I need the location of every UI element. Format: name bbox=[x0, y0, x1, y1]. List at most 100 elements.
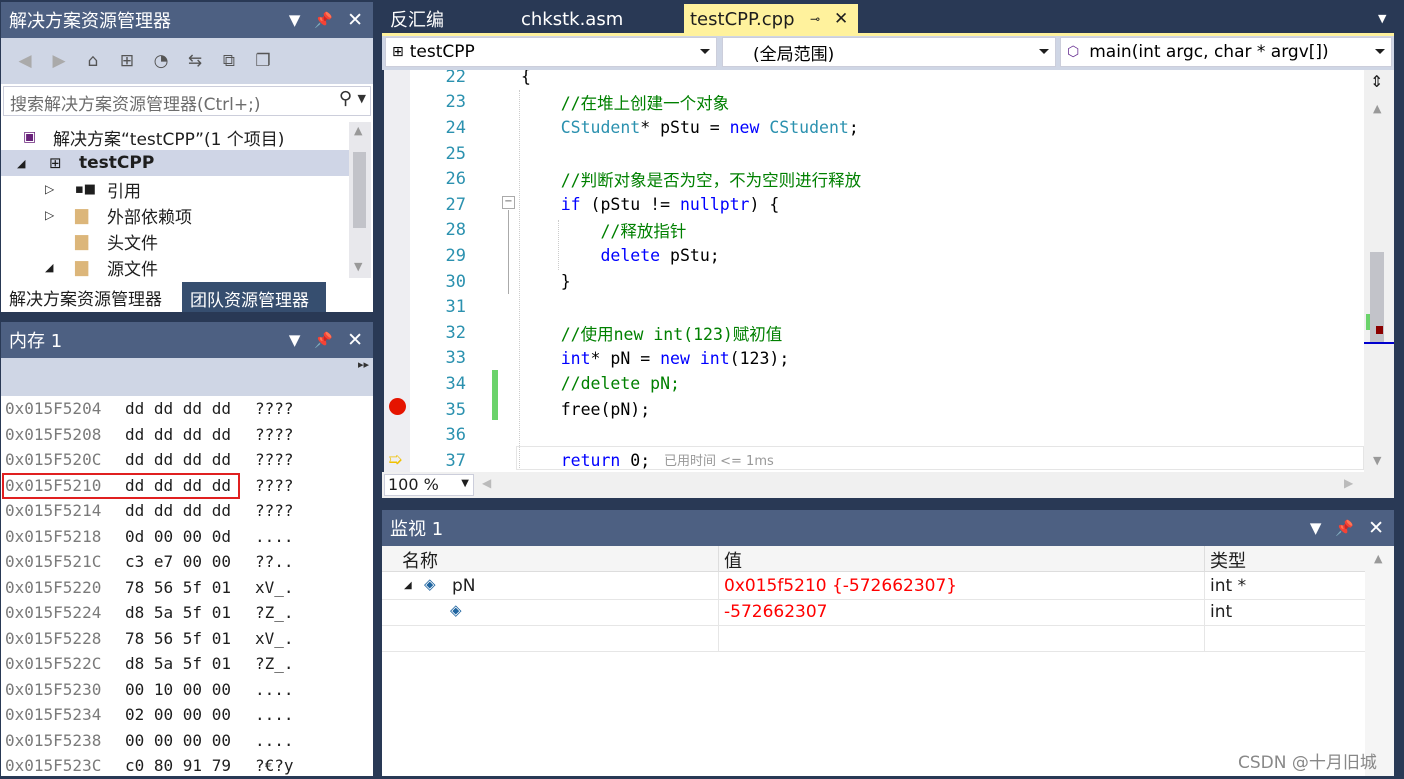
watch-titlebar[interactable]: 监视 1 ▼ 📌 ✕ bbox=[382, 510, 1394, 546]
close-icon[interactable]: ✕ bbox=[1368, 517, 1384, 539]
home-icon[interactable]: ⌂ bbox=[81, 49, 105, 73]
hscroll-left-icon[interactable]: ◀ bbox=[482, 476, 491, 490]
memory-bytes[interactable]: 78 56 5f 01 bbox=[125, 629, 231, 648]
memory-bytes[interactable]: 0d 00 00 0d bbox=[125, 527, 231, 546]
overflow-icon[interactable]: ▸▸ bbox=[358, 358, 369, 371]
project-combo[interactable]: ⊞ testCPP bbox=[385, 37, 717, 67]
memory-row[interactable]: 0x015F522C d8 5a 5f 01 ?Z_. bbox=[1, 651, 349, 677]
collapse-triangle-icon[interactable]: ◢ bbox=[17, 157, 25, 170]
close-icon[interactable]: ✕ bbox=[347, 9, 363, 31]
memory-row[interactable]: 0x015F521C c3 e7 00 00??.. bbox=[1, 549, 349, 575]
memory-row[interactable]: 0x015F5238 00 00 00 00.... bbox=[1, 728, 349, 754]
code-editor[interactable]: ➯ − 22{23 //在堆上创建一个对象 24 CStudent* pStu =… bbox=[384, 70, 1364, 472]
memory-bytes[interactable]: 02 00 00 00 bbox=[125, 705, 231, 724]
tab-solution-explorer[interactable]: 解决方案资源管理器 bbox=[1, 282, 177, 312]
dropdown-icon[interactable]: ▼ bbox=[289, 331, 301, 349]
pin-icon[interactable]: 📌 bbox=[1335, 519, 1354, 537]
scope-combo[interactable]: (全局范围) bbox=[722, 37, 1056, 67]
tab-disassembly[interactable]: 反汇编 bbox=[390, 4, 444, 34]
memory-bytes[interactable]: dd dd dd dd bbox=[125, 450, 231, 469]
memory-row[interactable]: 0x015F5214 dd dd dd dd???? bbox=[1, 498, 349, 524]
expand-triangle-icon[interactable]: ▷ bbox=[45, 182, 54, 196]
memory-row[interactable]: 0x015F5234 02 00 00 00.... bbox=[1, 702, 349, 728]
code-line[interactable]: 34 //delete pN; bbox=[384, 371, 1364, 397]
tree-item-external-deps[interactable]: ▷ ▆ 外部依赖项 bbox=[1, 202, 349, 228]
back-icon[interactable]: ◀ bbox=[13, 49, 37, 73]
switch-views-icon[interactable]: ⊞ bbox=[115, 49, 139, 73]
code-line[interactable]: 32 //使用new int(123)赋初值 bbox=[384, 320, 1364, 346]
collapse-all-icon[interactable]: ⧉ bbox=[217, 49, 241, 73]
memory-bytes[interactable]: c3 e7 00 00 bbox=[125, 552, 231, 571]
code-line[interactable]: 33 int* pN = new int(123); bbox=[384, 346, 1364, 372]
memory-bytes[interactable]: 00 00 00 00 bbox=[125, 731, 231, 750]
scroll-up-icon[interactable]: ▲ bbox=[1373, 102, 1381, 115]
code-line[interactable]: 29 delete pStu; bbox=[384, 243, 1364, 269]
close-tab-icon[interactable]: ✕ bbox=[834, 9, 848, 29]
code-line[interactable]: 27 if (pStu != nullptr) { bbox=[384, 192, 1364, 218]
col-value-header[interactable]: 值 bbox=[724, 547, 742, 573]
memory-row[interactable]: 0x015F5204 dd dd dd dd???? bbox=[1, 396, 349, 422]
watch-value[interactable]: -572662307 bbox=[724, 602, 827, 622]
pin-icon[interactable]: 📌 bbox=[314, 331, 333, 349]
tree-item-project[interactable]: ◢ ⊞ testCPP bbox=[1, 150, 349, 176]
member-combo[interactable]: ⬡ main(int argc, char * argv[]) bbox=[1060, 37, 1392, 67]
dropdown-icon[interactable]: ▼ bbox=[1310, 519, 1322, 537]
watch-value[interactable]: 0x015f5210 {-572662307} bbox=[724, 576, 957, 596]
code-line[interactable]: 22 { bbox=[384, 70, 1364, 90]
editor-vscrollbar[interactable]: ⇕ ▲ ▼ bbox=[1364, 70, 1394, 472]
memory-bytes[interactable]: c0 80 91 79 bbox=[125, 756, 231, 775]
code-line[interactable]: 35 free(pN); bbox=[384, 397, 1364, 423]
scroll-down-icon[interactable]: ▼ bbox=[354, 260, 362, 273]
pin-icon[interactable]: ⊸ bbox=[810, 12, 820, 26]
code-line[interactable]: 31 bbox=[384, 294, 1364, 320]
tab-overflow-icon[interactable]: ▼ bbox=[1378, 12, 1386, 25]
code-line[interactable]: 28 //释放指针 bbox=[384, 218, 1364, 244]
col-type-header[interactable]: 类型 bbox=[1210, 547, 1246, 573]
tab-chkstk-asm[interactable]: chkstk.asm bbox=[521, 4, 623, 34]
scroll-up-icon[interactable]: ▲ bbox=[354, 124, 362, 137]
memory-row[interactable]: 0x015F5220 78 56 5f 01 xV_. bbox=[1, 575, 349, 601]
split-icon[interactable]: ⇕ bbox=[1370, 72, 1383, 91]
memory-scrollbar[interactable] bbox=[349, 396, 373, 776]
tab-testcpp-cpp[interactable]: testCPP.cpp ⊸ ✕ bbox=[684, 4, 858, 34]
memory-row[interactable]: 0x015F520C dd dd dd dd???? bbox=[1, 447, 349, 473]
zoom-dropdown-icon[interactable]: ▼ bbox=[461, 478, 469, 489]
memory-titlebar[interactable]: 内存 1 ▼ 📌 ✕ bbox=[1, 322, 373, 358]
watch-row-empty[interactable] bbox=[382, 626, 1365, 652]
tree-item-solution[interactable]: ▣ 解决方案“testCPP”(1 个项目) bbox=[1, 124, 349, 150]
memory-row[interactable]: 0x015F5224 d8 5a 5f 01 ?Z_. bbox=[1, 600, 349, 626]
solution-explorer-titlebar[interactable]: 解决方案资源管理器 ▼ 📌 ✕ bbox=[1, 2, 373, 38]
memory-row[interactable]: 0x015F5208 dd dd dd dd???? bbox=[1, 422, 349, 448]
watch-row-deref[interactable]: ◈ -572662307 int bbox=[382, 600, 1365, 626]
forward-icon[interactable]: ▶ bbox=[47, 49, 71, 73]
search-input[interactable]: 搜索解决方案资源管理器(Ctrl+;) bbox=[10, 90, 260, 115]
zoom-combo[interactable]: 100 % ▼ bbox=[384, 474, 474, 496]
memory-row[interactable]: 0x015F5228 78 56 5f 01 xV_. bbox=[1, 626, 349, 652]
code-line[interactable]: 26 //判断对象是否为空，不为空则进行释放 bbox=[384, 166, 1364, 192]
tree-scrollbar[interactable]: ▲ ▼ bbox=[349, 122, 371, 278]
search-box[interactable]: 搜索解决方案资源管理器(Ctrl+;) ⚲ ▼ bbox=[3, 86, 371, 116]
dropdown-icon[interactable]: ▼ bbox=[289, 11, 301, 29]
sync-icon[interactable]: ⇆ bbox=[183, 49, 207, 73]
memory-bytes[interactable]: 78 56 5f 01 bbox=[125, 578, 231, 597]
close-icon[interactable]: ✕ bbox=[347, 329, 363, 351]
expand-triangle-icon[interactable]: ◢ bbox=[404, 580, 412, 591]
memory-row[interactable]: 0x015F5230 00 10 00 00.... bbox=[1, 677, 349, 703]
code-line[interactable]: 37 return 0; bbox=[384, 448, 1364, 472]
memory-bytes[interactable]: d8 5a 5f 01 bbox=[125, 603, 231, 622]
memory-bytes[interactable]: dd dd dd dd bbox=[125, 425, 231, 444]
code-line[interactable]: 24 CStudent* pStu = new CStudent; bbox=[384, 115, 1364, 141]
tree-item-references[interactable]: ▷ ▪■ 引用 bbox=[1, 176, 349, 202]
tab-team-explorer[interactable]: 团队资源管理器 bbox=[182, 282, 326, 312]
memory-bytes[interactable]: dd dd dd dd bbox=[125, 399, 231, 418]
memory-bytes[interactable]: 00 10 00 00 bbox=[125, 680, 231, 699]
col-name-header[interactable]: 名称 bbox=[402, 547, 438, 573]
search-icon[interactable]: ⚲ bbox=[339, 88, 352, 109]
scroll-down-icon[interactable]: ▼ bbox=[1373, 454, 1381, 467]
show-all-files-icon[interactable]: ❐ bbox=[251, 49, 275, 73]
code-line[interactable]: 36 bbox=[384, 422, 1364, 448]
scroll-up-icon[interactable]: ▲ bbox=[1374, 552, 1382, 565]
watch-scrollbar[interactable]: ▲ bbox=[1365, 546, 1394, 776]
memory-row[interactable]: 0x015F5218 0d 00 00 0d.... bbox=[1, 524, 349, 550]
memory-bytes[interactable]: dd dd dd dd bbox=[125, 501, 231, 520]
